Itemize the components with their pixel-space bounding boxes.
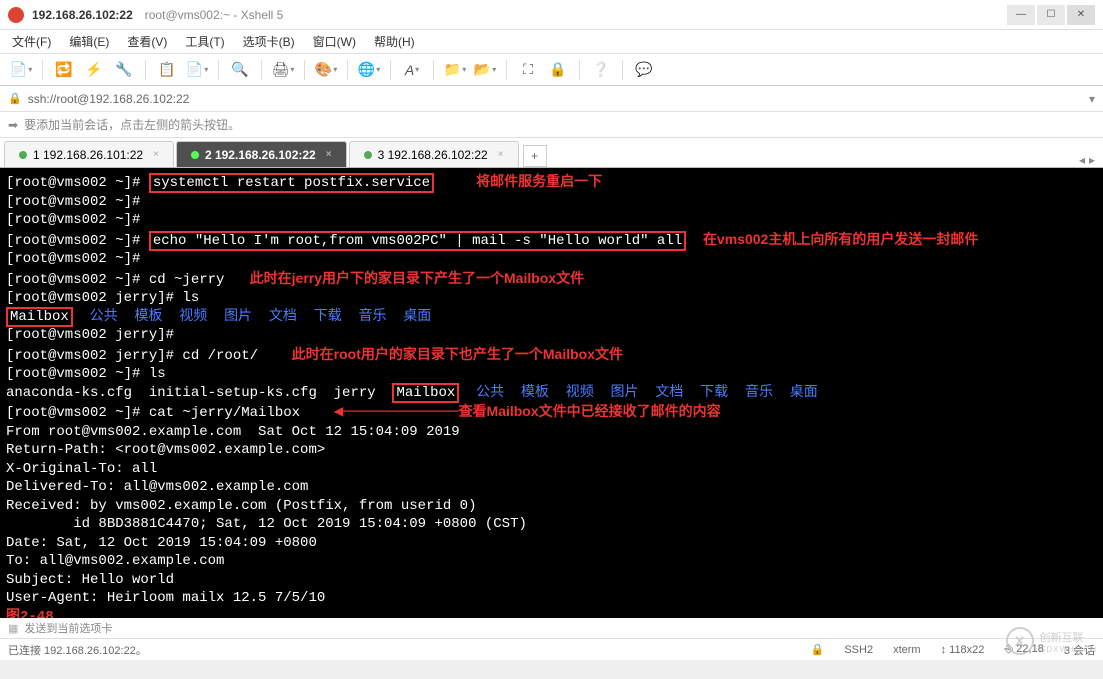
disconnect-icon[interactable]: ⚡ [81,57,107,83]
menu-tools[interactable]: 工具(T) [185,33,224,50]
status-dot-icon [364,151,372,159]
tab-scroll: ◂ ▸ [1071,153,1103,167]
highlight-box: systemctl restart postfix.service [149,173,434,193]
annotation: 此时在jerry用户下的家目录下产生了一个Mailbox文件 [250,270,584,286]
maximize-button[interactable]: ☐ [1037,5,1065,25]
address-bar[interactable]: 🔒 ssh://root@192.168.26.102:22 ▾ [0,86,1103,112]
copy-icon[interactable]: 📋 [154,57,180,83]
close-tab-icon[interactable]: × [153,149,159,160]
menu-file[interactable]: 文件(F) [12,33,51,50]
annotation: 将邮件服务重启一下 [476,173,602,189]
new-session-icon[interactable]: 📄 [8,57,34,83]
tab-label: 3 192.168.26.102:22 [378,148,488,162]
paste-icon[interactable]: 📄 [184,57,210,83]
menu-help[interactable]: 帮助(H) [374,33,415,50]
highlight-box: echo "Hello I'm root,from vms002PC" | ma… [149,231,686,251]
scroll-right-icon[interactable]: ▸ [1089,153,1095,167]
url-text: ssh://root@192.168.26.102:22 [28,92,190,106]
watermark-line2: CDXWHL.CN [1040,645,1097,654]
menubar: 文件(F) 编辑(E) 查看(V) 工具(T) 选项卡(B) 窗口(W) 帮助(… [0,30,1103,54]
window-title-main: 192.168.26.102:22 [32,8,133,22]
compose-hint-text: 发送到当前选项卡 [24,620,112,636]
close-button[interactable]: ✕ [1067,5,1095,25]
encoding-icon[interactable]: 🌐 [356,57,382,83]
watermark: X 创新互联 CDXWHL.CN [1006,627,1097,655]
terminal-output[interactable]: [root@vms002 ~]# systemctl restart postf… [0,168,1103,618]
watermark-icon: X [1006,627,1034,655]
annotation: 在vms002主机上向所有的用户发送一封邮件 [703,231,978,247]
window-title-sub: root@vms002:~ - Xshell 5 [145,8,284,22]
menu-edit[interactable]: 编辑(E) [69,33,109,50]
figure-label: 图2-48 [6,609,54,619]
titlebar: 192.168.26.102:22 root@vms002:~ - Xshell… [0,0,1103,30]
hint-text: 要添加当前会话，点击左侧的箭头按钮。 [24,116,240,133]
status-dot-icon [19,151,27,159]
menu-window[interactable]: 窗口(W) [313,33,356,50]
tab-1[interactable]: 1 192.168.26.101:22 × [4,141,174,167]
compose-icon: ▦ [8,622,18,635]
compose-hint: ▦ 发送到当前选项卡 [0,618,1103,638]
close-tab-icon[interactable]: × [326,149,332,160]
tab-label: 2 192.168.26.102:22 [205,148,316,162]
close-tab-icon[interactable]: × [498,149,504,160]
tab-3[interactable]: 3 192.168.26.102:22 × [349,141,519,167]
highlight-box: Mailbox [392,383,459,403]
reconnect-icon[interactable]: 🔁 [51,57,77,83]
lock-small-icon: 🔒 [8,92,22,105]
status-bar: 已连接 192.168.26.102:22。 🔒 SSH2 xterm ↕ 11… [0,638,1103,660]
folder-icon[interactable]: 📁 [442,57,468,83]
arrow-annotation-icon: ◀──────────── [334,403,459,421]
minimize-button[interactable]: — [1007,5,1035,25]
arrow-icon[interactable]: ➡ [8,118,18,132]
toolbar: 📄 🔁 ⚡ 🔧 📋 📄 🔍 🖨 🎨 🌐 A 📁 📂 ⛶ 🔒 ❔ 💬 [0,54,1103,86]
status-term: xterm [893,644,921,656]
fullscreen-icon[interactable]: ⛶ [515,57,541,83]
status-size: 118x22 [949,644,984,656]
status-ssh: SSH2 [844,644,873,656]
annotation: 此时在root用户的家目录下也产生了一个Mailbox文件 [292,346,623,362]
help-icon[interactable]: ❔ [588,57,614,83]
dropdown-icon[interactable]: ▾ [1089,92,1095,106]
watermark-line1: 创新互联 [1040,629,1097,645]
app-icon [8,7,24,23]
status-dot-icon [191,151,199,159]
chat-icon[interactable]: 💬 [631,57,657,83]
hint-bar: ➡ 要添加当前会话，点击左侧的箭头按钮。 [0,112,1103,138]
font-icon[interactable]: A [399,57,425,83]
window-controls: — ☐ ✕ [1007,5,1095,25]
menu-view[interactable]: 查看(V) [127,33,167,50]
color-icon[interactable]: 🎨 [313,57,339,83]
scroll-left-icon[interactable]: ◂ [1079,153,1085,167]
tab-label: 1 192.168.26.101:22 [33,148,143,162]
find-icon[interactable]: 🔍 [227,57,253,83]
properties-icon[interactable]: 🔧 [111,57,137,83]
menu-tabs[interactable]: 选项卡(B) [243,33,295,50]
highlight-box: Mailbox [6,307,73,327]
annotation: 查看Mailbox文件中已经接收了邮件的内容 [459,403,721,419]
add-tab-button[interactable]: + [523,145,547,167]
upload-icon[interactable]: 📂 [472,57,498,83]
tab-2[interactable]: 2 192.168.26.102:22 × [176,141,347,167]
tab-bar: 1 192.168.26.101:22 × 2 192.168.26.102:2… [0,138,1103,168]
status-connection: 已连接 192.168.26.102:22。 [8,642,147,658]
lock-status-icon: 🔒 [811,643,825,656]
size-icon: ↕ [941,644,950,656]
lock-icon[interactable]: 🔒 [545,57,571,83]
print-icon[interactable]: 🖨 [270,57,296,83]
